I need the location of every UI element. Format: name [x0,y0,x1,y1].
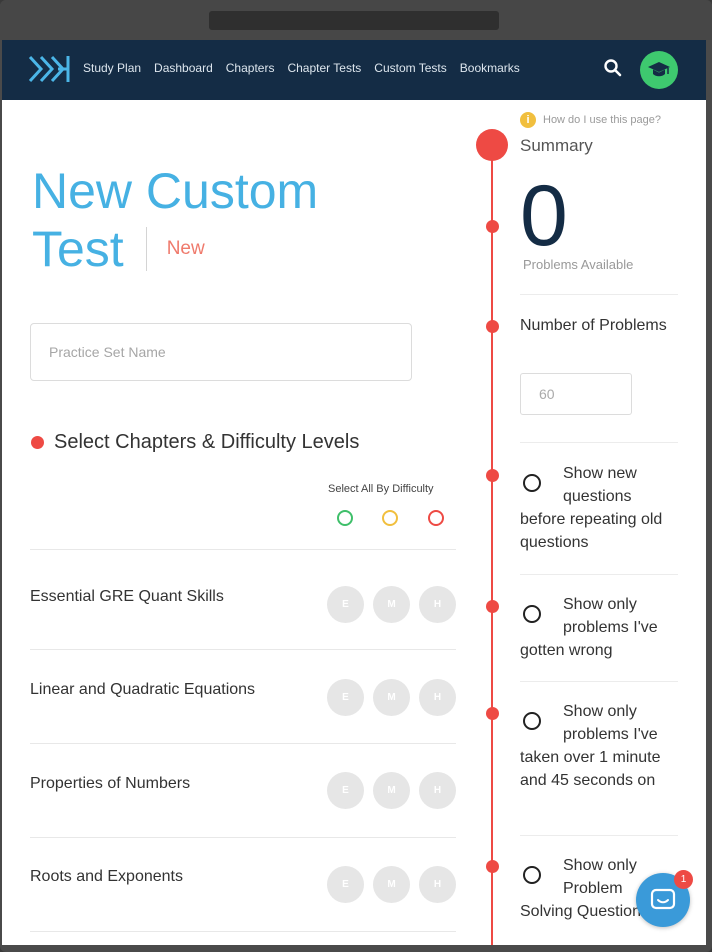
easy-button[interactable]: E [327,772,364,809]
select-all-label: Select All By Difficulty [328,483,434,495]
main-nav: Study Plan Dashboard Chapters Chapter Te… [83,61,533,75]
chapter-name: Properties of Numbers [30,775,191,792]
nav-custom-tests[interactable]: Custom Tests [374,61,446,75]
brand-logo[interactable] [28,53,72,85]
chapter-name: Roots and Exponents [30,868,183,885]
browser-window: Study Plan Dashboard Chapters Chapter Te… [0,0,712,952]
practice-set-name-input[interactable] [30,323,412,381]
section-bullet [31,436,44,449]
problems-available-label: Problems Available [523,257,634,272]
timeline-marker [486,469,499,482]
nav-study-plan[interactable]: Study Plan [83,61,141,75]
row-divider [30,743,456,744]
title-divider [145,227,147,271]
nav-bookmarks[interactable]: Bookmarks [460,61,520,75]
user-avatar[interactable] [640,51,678,89]
option-over-time: Show only problems I've taken over 1 min… [520,703,661,789]
page-title-word: Test [32,221,124,277]
hard-button[interactable]: H [419,586,456,623]
easy-button[interactable]: E [327,866,364,903]
status-badge: New [166,238,205,259]
page-viewport: Study Plan Dashboard Chapters Chapter Te… [2,40,706,945]
select-all-medium-toggle[interactable] [382,510,398,526]
row-divider [30,649,456,650]
nav-chapter-tests[interactable]: Chapter Tests [287,61,361,75]
right-divider [520,835,678,836]
option-gotten-wrong: Show only problems I've gotten wrong [520,596,658,659]
nav-chapters[interactable]: Chapters [226,61,275,75]
graduation-cap-icon [648,62,670,77]
timeline-marker [486,860,499,873]
timeline-marker [486,220,499,233]
option-radio[interactable] [523,866,541,884]
chat-icon [650,888,676,910]
timeline-marker [486,320,499,333]
hard-button[interactable]: H [419,772,456,809]
number-of-problems-input[interactable] [520,373,632,415]
medium-button[interactable]: M [373,586,410,623]
row-divider [30,931,456,932]
select-all-easy-toggle[interactable] [337,510,353,526]
medium-button[interactable]: M [373,679,410,716]
number-of-problems-label: Number of Problems [520,317,667,334]
medium-button[interactable]: M [373,866,410,903]
browser-toolbar [0,0,712,40]
nav-dashboard[interactable]: Dashboard [154,61,213,75]
right-divider [520,294,678,295]
chapters-heading: Select Chapters & Difficulty Levels [54,431,360,453]
right-divider [520,681,678,682]
help-link[interactable]: How do I use this page? [543,114,661,126]
page-title: New Custom [32,163,319,219]
select-all-hard-toggle[interactable] [428,510,444,526]
top-navbar: Study Plan Dashboard Chapters Chapter Te… [2,40,706,100]
problems-available-count: 0 [520,168,568,264]
easy-button[interactable]: E [327,586,364,623]
chapter-name: Linear and Quadratic Equations [30,681,256,698]
timeline-start-marker [476,129,508,161]
timeline-marker [486,600,499,613]
address-bar[interactable] [209,11,499,30]
right-divider [520,442,678,443]
easy-button[interactable]: E [327,679,364,716]
timeline-line [491,148,493,945]
timeline-marker [486,707,499,720]
chapter-name: Essential GRE Quant Skills [30,588,224,605]
option-radio[interactable] [523,605,541,623]
page-title-line2: Test New [32,220,205,278]
option-new-before-old: Show new questions before repeating old … [520,465,663,551]
unread-badge: 1 [674,870,693,889]
summary-heading: Summary [520,136,593,155]
option-radio[interactable] [523,712,541,730]
row-divider [30,837,456,838]
search-icon[interactable] [603,58,623,78]
option-radio[interactable] [523,474,541,492]
hard-button[interactable]: H [419,679,456,716]
row-divider [30,549,456,550]
hard-button[interactable]: H [419,866,456,903]
right-divider [520,574,678,575]
info-icon[interactable]: i [520,112,536,128]
medium-button[interactable]: M [373,772,410,809]
